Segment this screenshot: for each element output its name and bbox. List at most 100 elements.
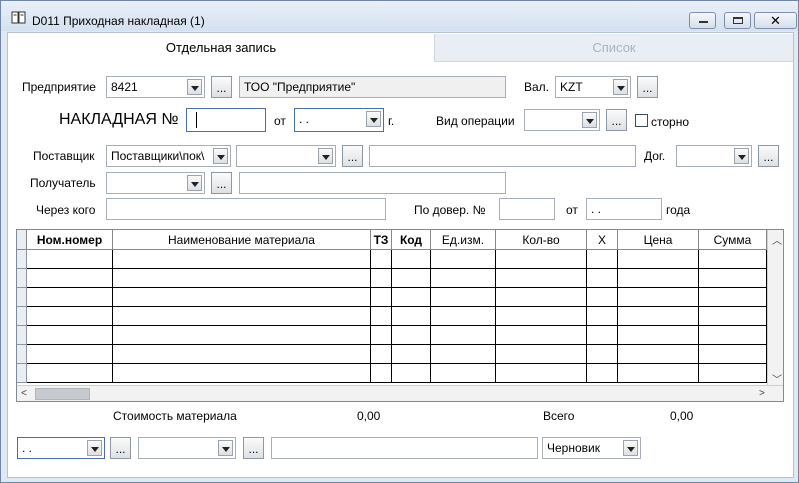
column-header[interactable]: Кол-во	[496, 230, 587, 250]
column-header[interactable]: ТЗ	[371, 230, 392, 250]
column-header[interactable]: Цена	[618, 230, 699, 250]
table-cell[interactable]	[618, 250, 699, 269]
row-header[interactable]	[17, 345, 27, 364]
column-header[interactable]: Код	[392, 230, 431, 250]
enterprise-lookup-button[interactable]: ...	[211, 76, 232, 98]
chevron-down-icon[interactable]	[366, 111, 381, 127]
tab-list[interactable]: Список	[434, 34, 793, 62]
table-cell[interactable]	[587, 326, 618, 345]
currency-lookup-button[interactable]: ...	[637, 76, 658, 98]
table-cell[interactable]	[587, 307, 618, 326]
table-cell[interactable]	[431, 345, 496, 364]
table-cell[interactable]	[371, 345, 392, 364]
table-cell[interactable]	[27, 307, 113, 326]
table-cell[interactable]	[113, 250, 371, 269]
table-cell[interactable]	[392, 326, 431, 345]
chevron-down-icon[interactable]	[187, 175, 202, 191]
table-cell[interactable]	[113, 326, 371, 345]
scroll-up-icon[interactable]: ︿	[772, 232, 782, 247]
contract-lookup-button[interactable]: ...	[758, 145, 779, 167]
operation-lookup-button[interactable]: ...	[606, 109, 627, 131]
table-cell[interactable]	[699, 307, 767, 326]
table-cell[interactable]	[496, 250, 587, 269]
column-header[interactable]: Ном.номер	[27, 230, 113, 250]
chevron-down-icon[interactable]	[87, 440, 102, 456]
table-cell[interactable]	[431, 288, 496, 307]
scroll-right-icon[interactable]: >	[759, 388, 765, 399]
table-cell[interactable]	[27, 269, 113, 288]
chevron-down-icon[interactable]	[623, 440, 638, 456]
table-cell[interactable]	[113, 288, 371, 307]
table-cell[interactable]	[618, 269, 699, 288]
column-header[interactable]: Наименование материала	[113, 230, 371, 250]
chevron-down-icon[interactable]	[582, 112, 597, 128]
footer-lookup-button[interactable]: ...	[243, 437, 264, 459]
footer-comment-field[interactable]	[271, 437, 538, 459]
row-header[interactable]	[17, 269, 27, 288]
receiver-lookup-button[interactable]: ...	[211, 172, 232, 194]
chevron-down-icon[interactable]	[218, 440, 233, 456]
row-header[interactable]	[17, 288, 27, 307]
table-cell[interactable]	[392, 269, 431, 288]
horizontal-scrollbar[interactable]: < >	[17, 385, 783, 401]
scroll-thumb[interactable]	[35, 388, 90, 400]
storno-checkbox[interactable]	[635, 114, 648, 127]
chevron-down-icon[interactable]	[318, 148, 333, 164]
through-field[interactable]	[106, 198, 386, 220]
chevron-down-icon[interactable]	[213, 148, 228, 164]
table-cell[interactable]	[113, 307, 371, 326]
table-cell[interactable]	[431, 364, 496, 383]
receiver-code-select[interactable]	[106, 172, 205, 194]
column-header[interactable]: Х	[587, 230, 618, 250]
table-cell[interactable]	[392, 345, 431, 364]
invoice-date-picker[interactable]: . .	[294, 108, 384, 132]
table-cell[interactable]	[27, 250, 113, 269]
table-cell[interactable]	[392, 250, 431, 269]
supplier-type-select[interactable]: Поставщики\пок\	[106, 145, 231, 167]
table-cell[interactable]	[392, 307, 431, 326]
column-header[interactable]: Сумма	[699, 230, 767, 250]
table-cell[interactable]	[699, 345, 767, 364]
supplier-code-select[interactable]	[236, 145, 336, 167]
maximize-button[interactable]	[724, 12, 751, 29]
table-cell[interactable]	[496, 307, 587, 326]
table-cell[interactable]	[113, 269, 371, 288]
tab-single-record[interactable]: Отдельная запись	[8, 34, 434, 62]
table-cell[interactable]	[496, 269, 587, 288]
table-cell[interactable]	[587, 345, 618, 364]
power-number-field[interactable]	[499, 198, 555, 220]
row-header[interactable]	[17, 326, 27, 345]
currency-select[interactable]: KZT	[555, 76, 631, 98]
table-cell[interactable]	[618, 345, 699, 364]
row-header[interactable]	[17, 307, 27, 326]
table-cell[interactable]	[699, 288, 767, 307]
table-cell[interactable]	[431, 326, 496, 345]
table-cell[interactable]	[431, 269, 496, 288]
table-cell[interactable]	[371, 326, 392, 345]
minimize-button[interactable]	[689, 12, 716, 29]
table-cell[interactable]	[27, 288, 113, 307]
table-cell[interactable]	[618, 326, 699, 345]
table-cell[interactable]	[371, 288, 392, 307]
scroll-down-icon[interactable]: ﹀	[772, 371, 782, 386]
table-cell[interactable]	[587, 250, 618, 269]
table-cell[interactable]	[431, 307, 496, 326]
table-cell[interactable]	[113, 364, 371, 383]
table-cell[interactable]	[371, 307, 392, 326]
status-select[interactable]: Черновик	[542, 437, 641, 459]
operation-select[interactable]	[524, 109, 600, 131]
table-cell[interactable]	[618, 364, 699, 383]
table-cell[interactable]	[371, 250, 392, 269]
invoice-number-input[interactable]	[186, 108, 266, 132]
table-cell[interactable]	[371, 269, 392, 288]
table-cell[interactable]	[27, 326, 113, 345]
footer-date-select[interactable]: . .	[17, 437, 105, 459]
row-header[interactable]	[17, 250, 27, 269]
chevron-down-icon[interactable]	[613, 79, 628, 95]
table-cell[interactable]	[587, 269, 618, 288]
receiver-name-field[interactable]	[239, 172, 506, 194]
table-cell[interactable]	[496, 326, 587, 345]
table-cell[interactable]	[699, 364, 767, 383]
table-cell[interactable]	[587, 288, 618, 307]
row-header[interactable]	[17, 364, 27, 383]
